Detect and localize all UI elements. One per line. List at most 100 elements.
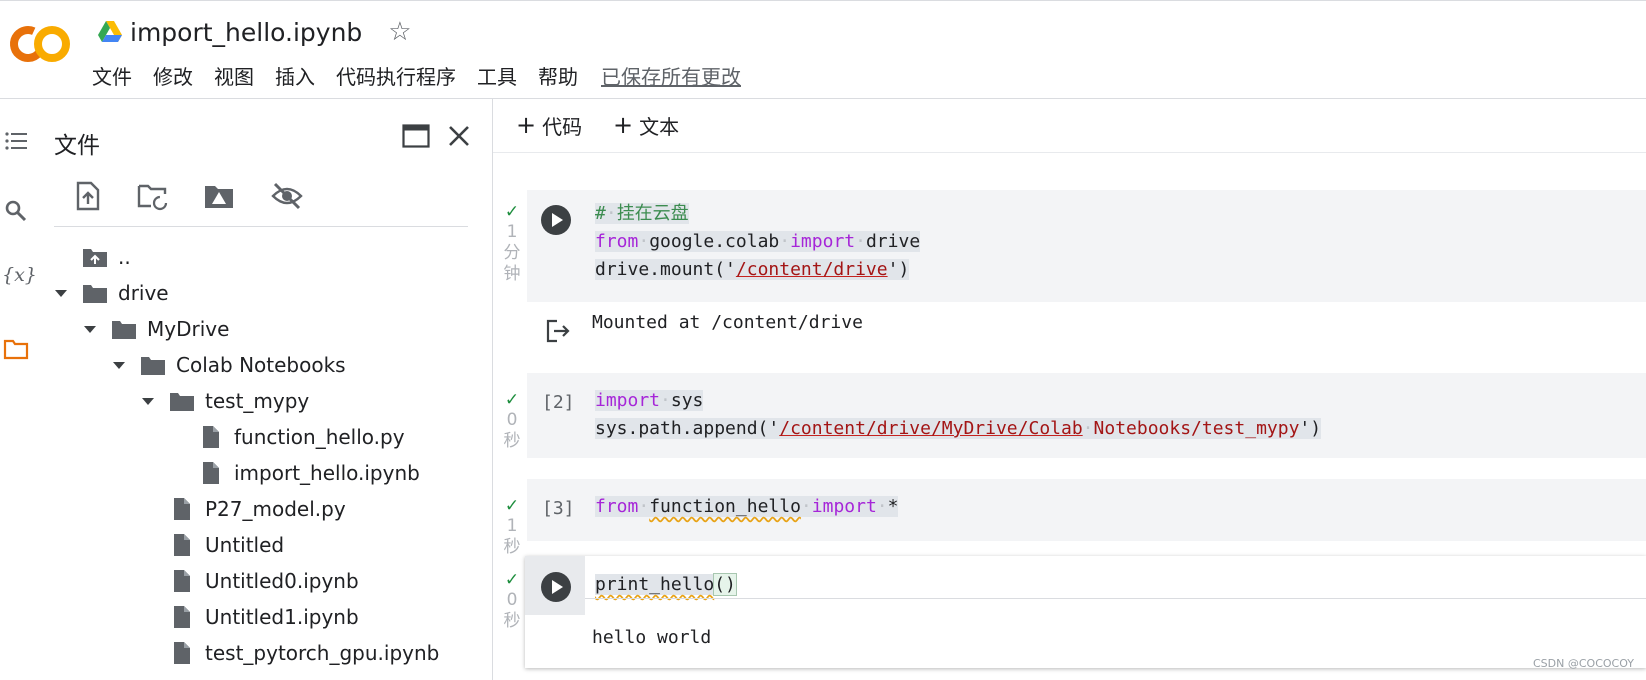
run-duration-char: 分 (503, 243, 521, 263)
tree-item-label: drive (118, 281, 169, 305)
menu-file[interactable]: 文件 (92, 61, 132, 90)
code-token: google.colab (649, 231, 780, 252)
menubar: 文件 修改 视图 插入 代码执行程序 工具 帮助 已保存所有更改 (92, 60, 762, 90)
run-duration-char: 0 (506, 590, 518, 610)
tree-item-test-mypy[interactable]: test_mypy (141, 384, 309, 418)
tree-item-untitled0-ipynb[interactable]: Untitled0.ipynb (141, 564, 359, 598)
colab-logo[interactable] (6, 22, 74, 66)
code-line-highlight: drive.mount('/content/drive') (595, 259, 910, 280)
close-icon[interactable] (446, 123, 472, 149)
tree-item-drive[interactable]: drive (54, 276, 169, 310)
caret-spacer (141, 612, 155, 622)
code-line: drive.mount('/content/drive') (595, 256, 920, 284)
code-line: import·sys (595, 387, 1321, 415)
google-drive-icon[interactable] (98, 21, 122, 43)
upload-file-icon[interactable] (72, 180, 104, 212)
hide-hidden-files-icon[interactable] (271, 180, 303, 212)
file-icon (174, 642, 190, 664)
code-token: /content/drive/MyDrive/Colab (779, 418, 1083, 439)
tree-item-untitled1-ipynb[interactable]: Untitled1.ipynb (141, 600, 359, 634)
code-line: from·google.colab·import·drive (595, 228, 921, 256)
run-cell-icon[interactable] (540, 204, 572, 236)
code-line: from·function_hello·import·* (595, 493, 899, 521)
run-duration-char: 钟 (503, 264, 521, 284)
tree-item-label: MyDrive (147, 317, 230, 341)
code-editor[interactable]: print_hello() (595, 571, 737, 599)
code-editor[interactable]: from·function_hello·import·* (595, 493, 899, 521)
saved-status-link[interactable]: 已保存所有更改 (601, 61, 741, 90)
caret-spacer (141, 648, 155, 658)
top-border (0, 0, 1646, 1)
execution-count[interactable]: [2] (542, 392, 575, 413)
tree-item-mydrive[interactable]: MyDrive (83, 312, 229, 346)
menu-view[interactable]: 视图 (214, 61, 254, 90)
tree-item-label: .. (118, 245, 131, 269)
tree-item-test-pytorch-gpu-ipynb[interactable]: test_pytorch_gpu.ipynb (141, 636, 439, 670)
sidebar-divider (54, 226, 468, 227)
tree-item-untitled[interactable]: Untitled (141, 528, 284, 562)
cell-output: hello world (592, 627, 712, 648)
whitespace-marker: · (855, 231, 866, 252)
whitespace-marker: · (660, 390, 671, 411)
menu-insert[interactable]: 插入 (275, 61, 315, 90)
clear-output-icon[interactable] (545, 318, 571, 344)
notebook-title[interactable]: import_hello.ipynb (130, 18, 362, 47)
toc-icon[interactable] (3, 128, 29, 154)
add-text-label: 文本 (639, 114, 680, 139)
open-in-window-icon[interactable] (402, 124, 430, 148)
add-text-cell-button[interactable]: + 文本 (613, 110, 679, 140)
run-duration-char: 1 (506, 222, 518, 242)
header-divider (0, 98, 1646, 99)
code-token: import (595, 390, 661, 411)
code-line-highlight: from·google.colab·import·drive (595, 231, 921, 252)
file-icon (203, 426, 219, 448)
code-editor[interactable]: #·挂在云盘 from·google.colab·import·drive driv… (595, 200, 921, 284)
cell-run-status: ✓ 1 秒 (500, 496, 524, 558)
variables-icon[interactable]: {x} (2, 264, 37, 286)
check-icon: ✓ (504, 570, 520, 590)
code-line: print_hello() (595, 571, 737, 599)
run-cell-icon[interactable] (540, 571, 572, 603)
code-editor[interactable]: import·sys sys.path.append('/content/driv… (595, 387, 1322, 443)
tree-item-parent[interactable]: .. (54, 240, 131, 274)
folder-icon (141, 357, 165, 375)
tree-item-label: Colab Notebooks (176, 353, 346, 377)
run-duration-char: 1 (506, 516, 518, 536)
tree-item-p27-model-py[interactable]: P27_model.py (141, 492, 346, 526)
caret-down-icon[interactable] (54, 288, 68, 298)
code-token: function_hello (649, 496, 801, 517)
menu-help[interactable]: 帮助 (538, 61, 578, 90)
whitespace-marker: · (800, 496, 812, 517)
code-token: from (595, 496, 639, 517)
tree-item-function-hello-py[interactable]: function_hello.py (170, 420, 405, 454)
code-line: sys.path.append('/content/drive/MyDrive/… (595, 415, 1322, 443)
folder-icon (112, 321, 136, 339)
mount-drive-icon[interactable] (203, 180, 235, 212)
tree-item-import-hello-ipynb[interactable]: import_hello.ipynb (170, 456, 420, 490)
tree-item-colab-notebooks[interactable]: Colab Notebooks (112, 348, 346, 382)
star-icon[interactable]: ☆ (388, 19, 411, 45)
caret-down-icon[interactable] (112, 360, 126, 370)
panel-divider[interactable] (492, 99, 493, 680)
tree-item-label: test_pytorch_gpu.ipynb (205, 641, 440, 665)
check-icon: ✓ (504, 390, 520, 410)
execution-count[interactable]: [3] (542, 498, 575, 519)
search-icon[interactable] (3, 198, 29, 224)
refresh-folder-icon[interactable] (137, 180, 169, 212)
menu-tools[interactable]: 工具 (477, 61, 517, 90)
add-code-label: 代码 (542, 114, 583, 139)
cell-run-status: ✓ 1 分钟 (500, 202, 524, 285)
caret-down-icon[interactable] (83, 324, 97, 334)
caret-down-icon[interactable] (141, 396, 155, 406)
folder-icon[interactable] (3, 336, 29, 362)
menu-runtime[interactable]: 代码执行程序 (336, 61, 456, 90)
tree-item-label: P27_model.py (205, 497, 346, 521)
menu-edit[interactable]: 修改 (153, 61, 193, 90)
tree-item-label: import_hello.ipynb (234, 461, 420, 485)
caret-spacer (141, 540, 155, 550)
code-line-highlight: import·sys (595, 390, 704, 411)
whitespace-marker: · (638, 496, 650, 517)
code-token: * (887, 496, 899, 517)
code-token: ') (1299, 418, 1322, 439)
add-code-cell-button[interactable]: + 代码 (516, 110, 582, 140)
